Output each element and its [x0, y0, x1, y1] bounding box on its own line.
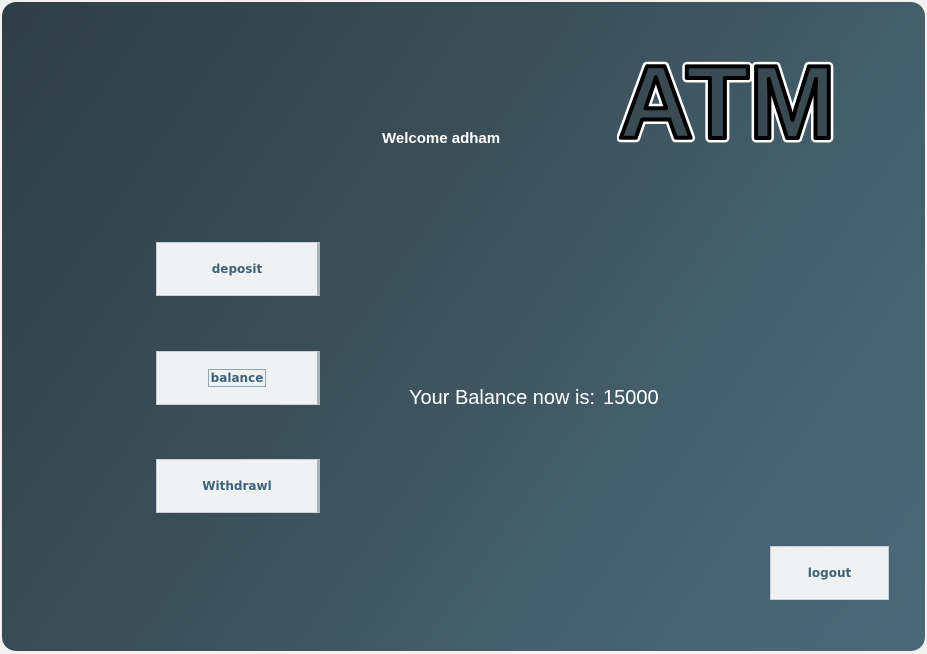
balance-display: Your Balance now is: 15000 [409, 387, 659, 410]
withdraw-button-label: Withdrawl [202, 479, 272, 493]
deposit-button-label: deposit [211, 262, 263, 276]
balance-amount: 15000 [603, 387, 659, 409]
balance-label: Your Balance now is: [409, 387, 596, 409]
logout-button[interactable]: logout [770, 546, 889, 600]
balance-button[interactable]: balance [156, 351, 320, 405]
atm-logo: ATM ATM [617, 50, 837, 154]
deposit-button[interactable]: deposit [156, 242, 320, 296]
balance-button-label: balance [207, 369, 267, 387]
atm-window: ATM ATM Welcome adham deposit balance Wi… [2, 2, 925, 651]
logout-button-label: logout [807, 566, 852, 580]
welcome-message: Welcome adham [382, 130, 501, 147]
withdraw-button[interactable]: Withdrawl [156, 459, 320, 513]
atm-logo-text-inner: ATM [618, 50, 836, 154]
